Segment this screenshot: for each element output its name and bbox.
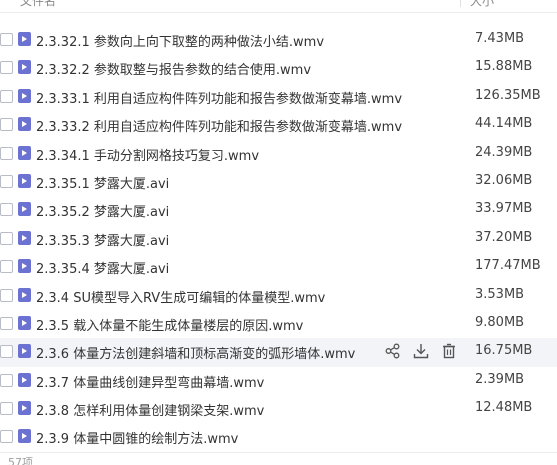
file-name[interactable]: 2.3.8 怎样利用体量创建钢梁支架.wmv [36, 400, 264, 419]
status-footer: 57项 [0, 452, 557, 465]
video-file-icon [18, 401, 31, 416]
video-file-icon [18, 60, 31, 75]
item-count: 57项 [8, 456, 33, 465]
file-name[interactable]: 2.3.9 体量中圆锥的绘制方法.wmv [36, 428, 238, 447]
share-icon[interactable] [384, 342, 402, 360]
file-name[interactable]: 2.3.6 体量方法创建斜墙和顶标高渐变的弧形墙体.wmv [36, 343, 355, 362]
row-checkbox[interactable] [0, 118, 13, 132]
column-header-name[interactable]: 文件名 [20, 0, 56, 9]
video-file-icon [18, 173, 31, 188]
file-row[interactable]: 2.3.35.1 梦露大厦.avi 32.06MB [0, 168, 557, 196]
file-row[interactable]: 2.3.35.2 梦露大厦.avi 33.97MB [0, 196, 557, 224]
video-file-icon [18, 315, 31, 330]
video-file-icon [18, 32, 31, 46]
file-row[interactable]: 2.3.5 载入体量不能生成体量楼层的原因.wmv 9.80MB [0, 310, 557, 338]
video-file-icon [18, 202, 31, 217]
file-row[interactable]: 2.3.7 体量曲线创建异型弯曲幕墙.wmv 2.39MB [0, 367, 557, 395]
row-checkbox[interactable] [0, 430, 13, 444]
file-size: 7.43MB [475, 31, 525, 46]
row-checkbox[interactable] [0, 288, 13, 302]
file-size: 3.53MB [475, 286, 525, 302]
file-row[interactable]: 2.3.9 体量中圆锥的绘制方法.wmv [0, 423, 557, 451]
row-checkbox[interactable] [0, 373, 13, 387]
file-size: 24.39MB [475, 144, 533, 160]
file-size: 33.97MB [475, 201, 533, 217]
column-divider [460, 0, 461, 7]
row-checkbox[interactable] [0, 260, 13, 274]
file-size: 9.80MB [475, 314, 525, 330]
file-size: 177.47MB [475, 258, 541, 274]
video-file-icon [18, 372, 31, 387]
video-file-icon [18, 145, 31, 160]
row-checkbox[interactable] [0, 33, 13, 46]
file-size: 15.88MB [475, 59, 533, 75]
file-name[interactable]: 2.3.35.2 梦露大厦.avi [36, 201, 169, 220]
file-name[interactable]: 2.3.34.1 手动分割网格技巧复习.wmv [36, 145, 259, 164]
download-icon[interactable] [412, 342, 430, 360]
video-file-icon [18, 344, 31, 359]
file-name[interactable]: 2.3.5 载入体量不能生成体量楼层的原因.wmv [36, 315, 303, 334]
file-row[interactable]: 2.3.6 体量方法创建斜墙和顶标高渐变的弧形墙体.wmv 16.75MB [0, 338, 557, 367]
file-row[interactable]: 2.3.34.1 手动分割网格技巧复习.wmv 24.39MB [0, 140, 557, 168]
file-row[interactable]: 2.3.8 怎样利用体量创建钢梁支架.wmv 12.48MB [0, 395, 557, 423]
row-checkbox[interactable] [0, 89, 13, 103]
video-file-icon [18, 117, 31, 132]
row-checkbox[interactable] [0, 146, 13, 160]
column-header-size[interactable]: 大小 [470, 0, 494, 9]
row-checkbox[interactable] [0, 402, 13, 416]
video-file-icon [18, 259, 31, 274]
video-file-icon [18, 429, 31, 444]
file-list: 2.3.32.1 参数向上向下取整的两种做法小结.wmv 7.43MB 2.3.32… [0, 26, 557, 452]
video-file-icon [18, 230, 31, 245]
video-file-icon [18, 88, 31, 103]
file-row[interactable]: 2.3.35.4 梦露大厦.avi 177.47MB [0, 253, 557, 281]
row-checkbox[interactable] [0, 231, 13, 245]
file-row[interactable]: 2.3.35.3 梦露大厦.avi 37.20MB [0, 225, 557, 253]
row-checkbox[interactable] [0, 174, 13, 188]
row-checkbox[interactable] [0, 316, 13, 330]
file-name[interactable]: 2.3.35.4 梦露大厦.avi [36, 258, 169, 277]
file-name[interactable]: 2.3.32.2 参数取整与报告参数的结合使用.wmv [36, 59, 311, 78]
row-checkbox[interactable] [0, 203, 13, 217]
row-checkbox[interactable] [0, 61, 13, 75]
file-name[interactable]: 2.3.7 体量曲线创建异型弯曲幕墙.wmv [36, 372, 264, 391]
file-row[interactable]: 2.3.33.2 利用自适应构件阵列功能和报告参数做渐变幕墙.wmv 44.14M… [0, 111, 557, 139]
video-file-icon [18, 287, 31, 302]
file-name[interactable]: 2.3.32.1 参数向上向下取整的两种做法小结.wmv [36, 31, 324, 50]
file-name[interactable]: 2.3.35.3 梦露大厦.avi [36, 230, 169, 249]
file-size: 126.35MB [475, 87, 541, 103]
file-size: 2.39MB [475, 371, 525, 387]
file-row[interactable]: 2.3.32.2 参数取整与报告参数的结合使用.wmv 15.88MB [0, 54, 557, 82]
file-row[interactable]: 2.3.4 SU模型导入RV生成可编辑的体量模型.wmv 3.53MB [0, 282, 557, 310]
file-size: 37.20MB [475, 229, 533, 245]
file-name[interactable]: 2.3.4 SU模型导入RV生成可编辑的体量模型.wmv [36, 287, 325, 306]
file-row[interactable]: 2.3.33.1 利用自适应构件阵列功能和报告参数做渐变幕墙.wmv 126.35… [0, 83, 557, 111]
file-list-header: 文件名 大小 [0, 0, 557, 13]
file-name[interactable]: 2.3.33.2 利用自适应构件阵列功能和报告参数做渐变幕墙.wmv [36, 116, 402, 135]
file-name[interactable]: 2.3.33.1 利用自适应构件阵列功能和报告参数做渐变幕墙.wmv [36, 88, 402, 107]
file-size: 16.75MB [475, 343, 533, 359]
trash-icon[interactable] [440, 342, 458, 360]
row-checkbox[interactable] [0, 345, 13, 359]
file-size: 32.06MB [475, 172, 533, 188]
file-size: 12.48MB [475, 400, 533, 416]
file-row[interactable]: 2.3.32.1 参数向上向下取整的两种做法小结.wmv 7.43MB [0, 26, 557, 54]
file-size: 44.14MB [475, 116, 533, 132]
file-name[interactable]: 2.3.35.1 梦露大厦.avi [36, 173, 169, 192]
